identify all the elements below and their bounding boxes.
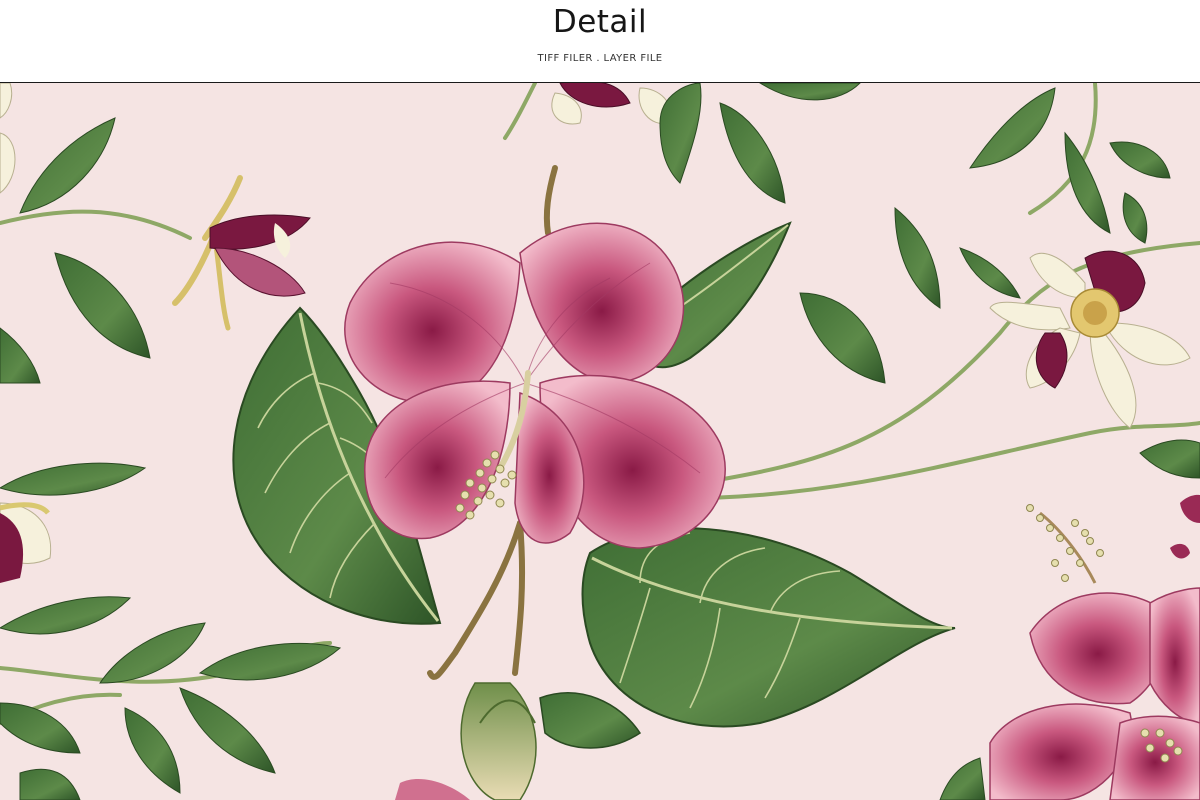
page-title: Detail <box>552 4 648 40</box>
header: Detail TIFF FILER . LAYER FILE <box>0 0 1200 82</box>
floral-illustration <box>0 83 1200 800</box>
floral-pattern-artwork <box>0 83 1200 800</box>
page-subtitle: TIFF FILER . LAYER FILE <box>537 53 663 64</box>
